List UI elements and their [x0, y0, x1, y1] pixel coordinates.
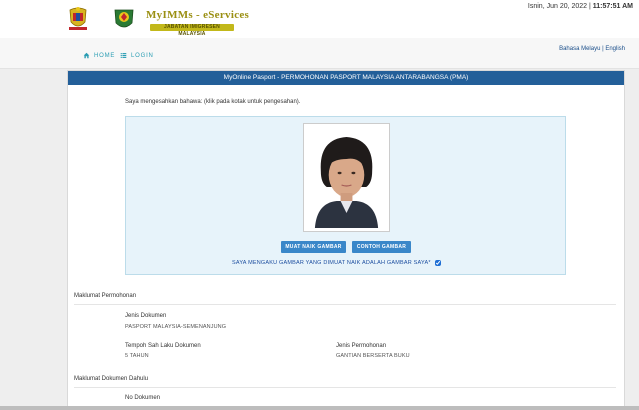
- top-banner: MyIMMs - eServices JABATAN IMIGRESEN MAL…: [0, 0, 639, 38]
- application-type-label: Jenis Permohonan: [336, 343, 387, 349]
- upload-photo-button[interactable]: MUAT NAIK GAMBAR: [281, 241, 346, 253]
- section-previous-document: Maklumat Dokumen Dahulu: [74, 376, 149, 382]
- declaration-text: SAYA MENGAKU GAMBAR YANG DIMUAT NAIK ADA…: [232, 260, 431, 266]
- nav-home-link[interactable]: HOME: [83, 52, 115, 59]
- date-text: Isnin, Jun 20, 2022 |: [527, 3, 593, 10]
- declaration-checkbox[interactable]: [434, 260, 441, 266]
- nav-login-label: LOGIN: [131, 52, 154, 59]
- language-switcher[interactable]: Bahasa Melayu | English: [559, 46, 625, 52]
- photo-declaration: SAYA MENGAKU GAMBAR YANG DIMUAT NAIK ADA…: [232, 260, 441, 266]
- brand-subtitle: JABATAN IMIGRESEN MALAYSIA: [150, 24, 234, 37]
- validity-label: Tempoh Sah Laku Dokumen: [125, 343, 201, 349]
- application-type-value: GANTIAN BERSERTA BUKU: [336, 353, 410, 359]
- application-panel: MyOnline Pasport - PERMOHONAN PASPORT MA…: [67, 70, 625, 410]
- portrait-photo-image: [307, 127, 386, 228]
- document-number-label: No Dokumen: [125, 395, 161, 401]
- sample-photo-button[interactable]: CONTOH GAMBAR: [352, 241, 411, 253]
- brand-title: MyIMMs - eServices: [146, 9, 250, 21]
- document-type-label: Jenis Dokumen: [125, 313, 167, 319]
- section-divider: [74, 304, 616, 305]
- date-time: Isnin, Jun 20, 2022 | 11:57:51 AM: [528, 3, 633, 10]
- panel-title: MyOnline Pasport - PERMOHONAN PASPORT MA…: [68, 71, 624, 85]
- validity-value: 5 TAHUN: [125, 353, 149, 359]
- confirm-instruction: Saya mengesahkan bahawa: (klik pada kota…: [125, 99, 301, 105]
- section-application-info: Maklumat Permohonan: [74, 293, 137, 299]
- coat-of-arms-logo: [69, 7, 87, 30]
- list-icon: [120, 53, 127, 58]
- document-type-value: PASPORT MALAYSIA-SEMENANJUNG: [125, 324, 227, 330]
- passport-photo: [303, 123, 390, 232]
- time-text: 11:57:51 AM: [592, 3, 633, 10]
- immigration-emblem-logo: [114, 9, 134, 28]
- section-divider: [74, 387, 616, 388]
- home-icon: [83, 52, 90, 59]
- photo-upload-box: MUAT NAIK GAMBAR CONTOH GAMBAR SAYA MENG…: [125, 116, 566, 275]
- nav-bar: HOME LOGIN Bahasa Melayu | English: [0, 38, 639, 69]
- page-bottom-edge: [0, 406, 639, 410]
- nav-login-link[interactable]: LOGIN: [120, 52, 154, 59]
- nav-home-label: HOME: [94, 52, 116, 59]
